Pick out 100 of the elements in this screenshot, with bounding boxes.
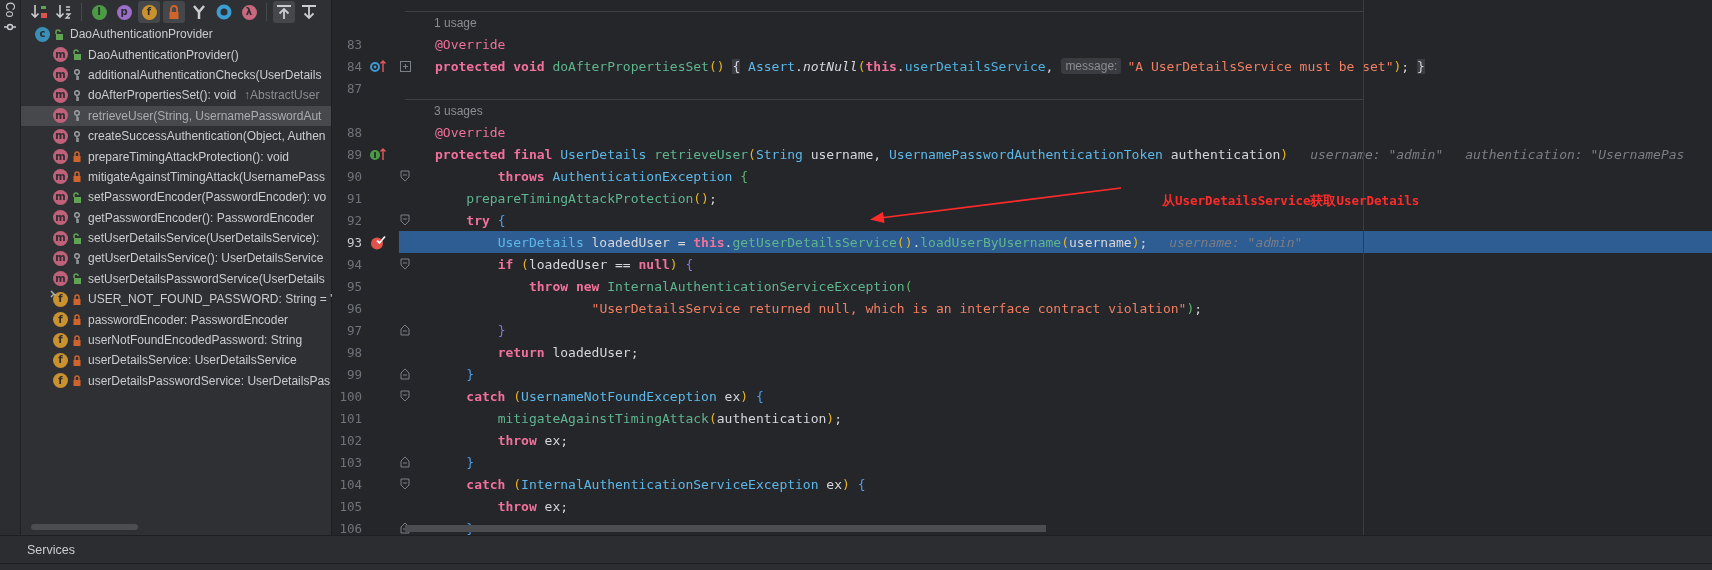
parameter-hint: message: — [1061, 58, 1122, 74]
fold-icon[interactable] — [400, 324, 410, 336]
tree-item[interactable]: m setPasswordEncoder(PasswordEncoder): vo — [21, 187, 331, 208]
usage-count[interactable]: 1 usage — [434, 15, 477, 30]
tree-item[interactable]: m prepareTimingAttackProtection(): void — [21, 146, 331, 167]
code-text: throw ex; — [497, 432, 569, 448]
tree-item[interactable]: m setUserDetailsService(UserDetailsService): — [21, 227, 331, 249]
lock-icon — [72, 354, 82, 366]
line-number: 87 — [345, 80, 363, 96]
line-number: 106 — [338, 520, 363, 535]
line-number: 96 — [345, 300, 363, 316]
tree-item[interactable]: m mitigateAgainstTimingAttack(UsernamePass — [21, 166, 331, 188]
method-icon: m — [53, 149, 68, 165]
implement-icon[interactable] — [370, 147, 387, 161]
line-number: 105 — [338, 498, 363, 514]
fold-icon[interactable] — [400, 390, 410, 402]
tree-item[interactable]: m doAfterPropertiesSet(): void ↑AbstractUser — [21, 85, 331, 106]
line-number: 101 — [338, 410, 363, 426]
code-text: catch (UsernameNotFoundException ex) { — [466, 388, 764, 404]
tree-item[interactable]: m DaoAuthenticationProvider() — [21, 44, 331, 65]
show-fields-button[interactable]: f — [138, 1, 160, 23]
arrow-up-to-bar-icon — [276, 4, 292, 20]
sort-alpha-icon — [55, 4, 73, 20]
tree-item[interactable]: m getPasswordEncoder(): PasswordEncoder — [21, 207, 331, 228]
field-icon: f — [53, 312, 68, 328]
fold-icon[interactable] — [400, 456, 410, 468]
code-text: throws AuthenticationException { — [497, 168, 749, 184]
override-icon[interactable] — [370, 59, 387, 73]
lock-icon — [72, 293, 82, 305]
inline-value-hint: username: "admin" — [1169, 234, 1303, 250]
code-text: } — [466, 366, 475, 382]
code-text: throw ex; — [497, 498, 569, 514]
tool-window-title[interactable]: Services — [27, 542, 75, 557]
fold-icon[interactable] — [400, 478, 410, 490]
line-number: 91 — [345, 190, 363, 206]
open-lock-icon — [72, 232, 82, 244]
arrow-down-from-bar-icon — [301, 4, 317, 20]
key-icon — [72, 69, 82, 81]
tree-item[interactable]: f userDetailsPasswordService: UserDetailsPas — [21, 370, 331, 392]
open-lock-icon — [72, 191, 82, 203]
usage-count[interactable]: 3 usages — [434, 103, 483, 118]
code-text: return loadedUser; — [497, 344, 639, 360]
breakpoint-icon[interactable] — [370, 234, 386, 250]
tree-item[interactable]: m getUserDetailsService(): UserDetailsService — [21, 248, 331, 269]
line-number: 98 — [345, 344, 363, 360]
line-number: 92 — [345, 212, 363, 228]
method-icon: m — [53, 189, 68, 205]
line-number: 88 — [345, 124, 363, 140]
code-text: } — [497, 322, 506, 338]
tree-item[interactable]: m createSuccessAuthentication(Object, Authen — [21, 125, 331, 147]
expand-icon[interactable] — [400, 60, 411, 72]
sort-visibility-icon — [30, 4, 48, 20]
line-number: 100 — [338, 388, 363, 404]
tree-item[interactable]: c DaoAuthenticationProvider — [21, 24, 331, 45]
lock-icon — [72, 375, 82, 387]
code-text: @Override — [435, 124, 506, 140]
fold-icon[interactable] — [400, 170, 410, 182]
key-icon — [72, 130, 82, 142]
scrollbar-thumb[interactable] — [31, 524, 138, 530]
lock-icon — [72, 171, 82, 183]
fold-icon[interactable] — [400, 214, 410, 226]
pin-dot-icon[interactable] — [4, 23, 16, 32]
tree-item[interactable]: f userDetailsService: UserDetailsService — [21, 350, 331, 371]
tree-item[interactable]: m retrieveUser(String, UsernamePasswordAut — [21, 105, 331, 126]
key-icon — [72, 110, 82, 122]
method-icon: m — [53, 67, 68, 83]
line-number: 93 — [345, 234, 363, 250]
open-lock-icon — [72, 49, 82, 61]
fork-icon — [191, 4, 207, 20]
field-icon: f — [53, 332, 68, 348]
code-text: "A UserDetailsService must be set"); } — [1127, 58, 1425, 74]
tree-item[interactable]: m setUserDetailsPasswordService(UserDetails — [21, 268, 331, 290]
method-icon: m — [53, 169, 68, 185]
tree-item[interactable]: f userNotFoundEncodedPassword: String — [21, 329, 331, 351]
method-icon: m — [53, 47, 68, 63]
annotation-note: 从UserDetailsService获取UserDetails — [1162, 193, 1420, 210]
tree-item[interactable]: f passwordEncoder: PasswordEncoder — [21, 309, 331, 330]
code-text: protected void doAfterPropertiesSet() { Assert.notNull(this.userDetailsService, — [435, 58, 1054, 74]
lock-icon — [72, 314, 82, 326]
line-number: 89 — [345, 146, 363, 162]
line-number: 95 — [345, 278, 363, 294]
fold-icon[interactable] — [400, 368, 410, 380]
method-icon: m — [53, 87, 68, 103]
autoscroll-to-source-button[interactable] — [273, 1, 295, 23]
line-number: 103 — [338, 454, 363, 470]
code-text: protected final UserDetails retrieveUser(String username, UsernamePasswordAuthenticationToken authentication) — [435, 146, 1289, 162]
ring-icon — [216, 4, 232, 20]
line-number: 84 — [345, 58, 363, 74]
code-text: mitigateAgainstTimingAttack(authentication); — [497, 410, 842, 426]
line-number: 99 — [345, 366, 363, 382]
method-icon: m — [53, 230, 68, 246]
class-icon: c — [35, 26, 50, 42]
method-icon: m — [53, 210, 68, 226]
tree-item[interactable]: m additionalAuthenticationChecks(UserDetails — [21, 64, 331, 86]
side-tab[interactable]: Co — [3, 2, 17, 18]
open-lock-icon — [54, 28, 64, 40]
field-icon: f — [53, 291, 68, 307]
lock-icon — [167, 4, 181, 20]
fold-icon[interactable] — [400, 258, 410, 270]
code-text: "UserDetailsService returned null, which is an interface contract violation"); — [591, 300, 1203, 316]
